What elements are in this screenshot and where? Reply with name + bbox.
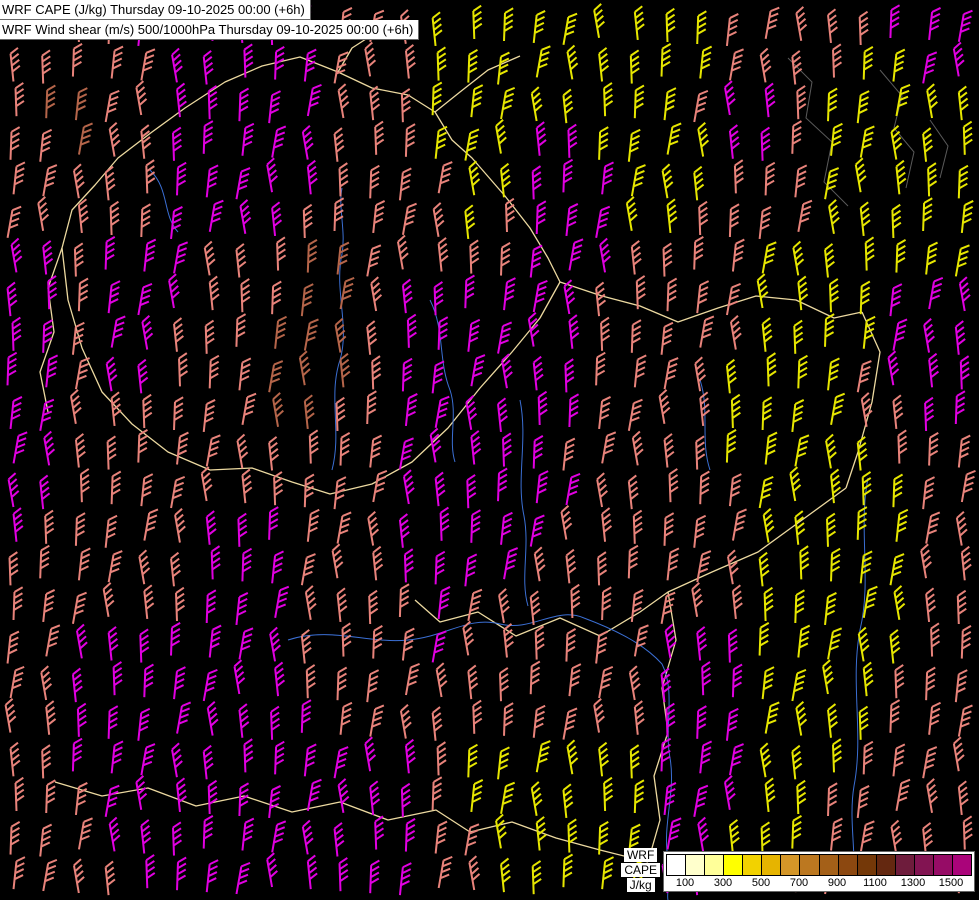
map-titles: WRF CAPE (J/kg) Thursday 09-10-2025 00:0… — [0, 0, 419, 40]
weather-map — [0, 0, 979, 900]
legend-tick-label: 1300 — [901, 877, 925, 889]
legend-tick-labels: 100 300 500 700 900 1100 1300 1500 — [666, 877, 970, 890]
legend-color-segment — [934, 855, 953, 875]
legend-color-segment — [724, 855, 743, 875]
legend-scale: 100 300 500 700 900 1100 1300 1500 — [663, 851, 975, 892]
legend-color-segment — [896, 855, 915, 875]
legend-color-segment — [781, 855, 800, 875]
title-wind-shear: WRF Wind shear (m/s) 500/1000hPa Thursda… — [0, 20, 419, 40]
legend-tick-label: 700 — [790, 877, 808, 889]
legend-color-segment — [858, 855, 877, 875]
legend-tick-label: 1100 — [863, 877, 887, 889]
cape-legend: WRF CAPE J/kg 100 300 500 700 900 1100 1300 150… — [621, 847, 975, 892]
legend-model-label: WRF — [624, 848, 657, 862]
legend-color-segment — [705, 855, 724, 875]
title-cape: WRF CAPE (J/kg) Thursday 09-10-2025 00:0… — [0, 0, 311, 20]
legend-tick-label: 300 — [714, 877, 732, 889]
legend-color-segment — [953, 855, 971, 875]
legend-color-segment — [743, 855, 762, 875]
legend-tick-label: 100 — [676, 877, 694, 889]
legend-color-segment — [877, 855, 896, 875]
legend-color-segment — [762, 855, 781, 875]
legend-color-segment — [915, 855, 934, 875]
legend-color-segment — [820, 855, 839, 875]
legend-color-segment — [667, 855, 686, 875]
legend-tick-label: 500 — [752, 877, 770, 889]
legend-param-label: CAPE — [621, 863, 660, 877]
legend-tick-label: 1500 — [939, 877, 963, 889]
legend-color-segment — [839, 855, 858, 875]
legend-colorbar — [666, 854, 972, 876]
legend-tick-label: 900 — [828, 877, 846, 889]
legend-unit-label: J/kg — [627, 878, 655, 892]
legend-name-labels: WRF CAPE J/kg — [621, 847, 660, 892]
legend-color-segment — [800, 855, 819, 875]
legend-color-segment — [686, 855, 705, 875]
